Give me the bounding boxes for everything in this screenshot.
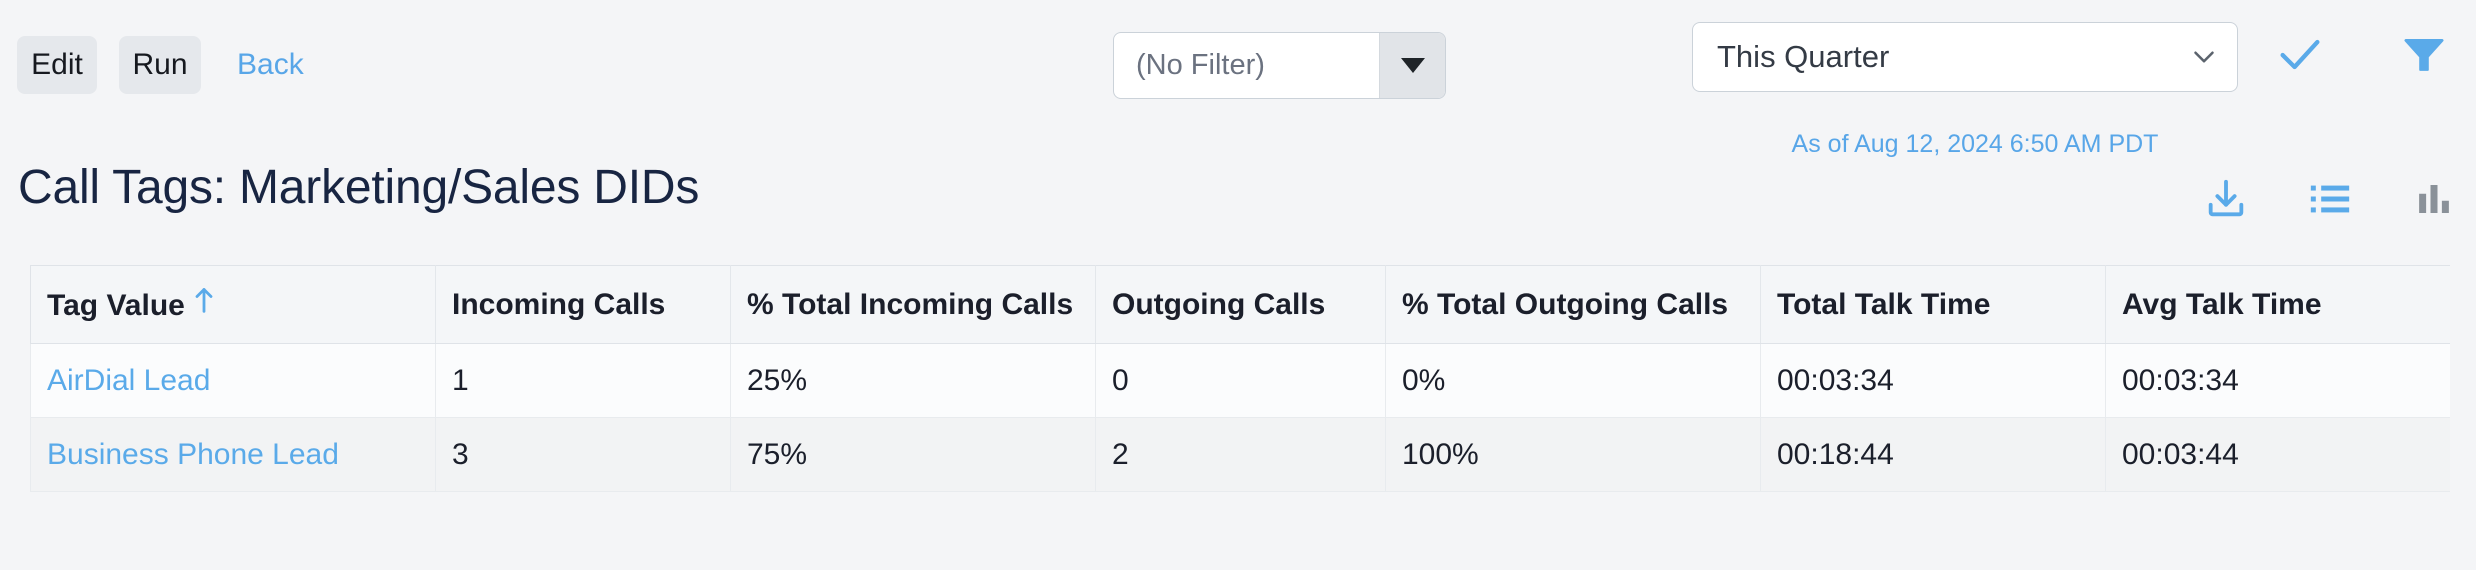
period-dropdown-value: This Quarter: [1717, 39, 1890, 74]
column-header-label: Tag Value: [47, 289, 185, 322]
filter-toggle-button[interactable]: [2396, 24, 2452, 86]
list-view-button[interactable]: [2306, 176, 2354, 224]
report-table: Tag Value Incoming Calls % Total Incomin…: [30, 265, 2450, 492]
cell-outgoing-calls: 0: [1095, 343, 1386, 418]
column-header-label: Avg Talk Time: [2122, 287, 2322, 321]
column-header-incoming-calls[interactable]: Incoming Calls: [435, 265, 731, 344]
cell-avg-talk-time: 00:03:44: [2105, 417, 2450, 492]
table-row: Business Phone Lead 3 75% 2 100% 00:18:4…: [30, 417, 2450, 492]
column-header-outgoing-calls[interactable]: Outgoing Calls: [1095, 265, 1386, 344]
filter-dropdown-value: (No Filter): [1136, 49, 1265, 81]
column-header-avg-talk-time[interactable]: Avg Talk Time: [2105, 265, 2450, 344]
table-header-row: Tag Value Incoming Calls % Total Incomin…: [30, 265, 2450, 344]
cell-pct-total-outgoing: 100%: [1385, 417, 1761, 492]
tag-value-link[interactable]: AirDial Lead: [47, 364, 210, 397]
tag-value-link[interactable]: Business Phone Lead: [47, 438, 339, 471]
column-header-label: Outgoing Calls: [1112, 287, 1326, 321]
column-header-tag-value[interactable]: Tag Value: [30, 265, 436, 344]
column-header-label: % Total Outgoing Calls: [1402, 287, 1729, 321]
column-header-label: Incoming Calls: [452, 287, 666, 321]
filter-dropdown[interactable]: (No Filter): [1113, 32, 1446, 99]
column-header-pct-total-outgoing-calls[interactable]: % Total Outgoing Calls: [1385, 265, 1761, 344]
cell-pct-total-outgoing: 0%: [1385, 343, 1761, 418]
cell-incoming-calls: 1: [435, 343, 731, 418]
column-header-label: Total Talk Time: [1777, 287, 1991, 321]
cell-total-talk-time: 00:03:34: [1760, 343, 2106, 418]
column-header-pct-total-incoming-calls[interactable]: % Total Incoming Calls: [730, 265, 1096, 344]
column-header-label: % Total Incoming Calls: [747, 287, 1074, 321]
cell-tag-value: Business Phone Lead: [30, 417, 436, 492]
cell-pct-total-incoming: 75%: [730, 417, 1096, 492]
toolbar: Edit Run Back (No Filter) This Quarter A…: [0, 0, 2476, 158]
download-button[interactable]: [2202, 176, 2250, 224]
cell-tag-value: AirDial Lead: [30, 343, 436, 418]
download-icon: [2203, 176, 2249, 225]
period-dropdown[interactable]: This Quarter: [1692, 22, 2238, 92]
funnel-icon: [2401, 31, 2447, 80]
cell-total-talk-time: 00:18:44: [1760, 417, 2106, 492]
column-header-total-talk-time[interactable]: Total Talk Time: [1760, 265, 2106, 344]
caret-down-icon: [1400, 58, 1425, 73]
check-icon: [2274, 28, 2326, 83]
as-of-timestamp: As of Aug 12, 2024 6:50 AM PDT: [1791, 130, 2159, 158]
back-link[interactable]: Back: [237, 36, 304, 94]
chart-view-button[interactable]: [2410, 176, 2458, 224]
page-title: Call Tags: Marketing/Sales DIDs: [18, 161, 700, 214]
chevron-down-icon: [2171, 40, 2237, 74]
apply-filter-button[interactable]: [2272, 24, 2328, 86]
bar-chart-icon: [2413, 178, 2455, 223]
cell-pct-total-incoming: 25%: [730, 343, 1096, 418]
cell-avg-talk-time: 00:03:34: [2105, 343, 2450, 418]
table-row: AirDial Lead 1 25% 0 0% 00:03:34 00:03:3…: [30, 343, 2450, 418]
filter-dropdown-arrow-button[interactable]: [1379, 33, 1445, 98]
cell-outgoing-calls: 2: [1095, 417, 1386, 492]
cell-incoming-calls: 3: [435, 417, 731, 492]
list-view-icon: [2307, 176, 2353, 225]
report-table-container: Tag Value Incoming Calls % Total Incomin…: [30, 265, 2450, 570]
title-row: Call Tags: Marketing/Sales DIDs: [0, 160, 2476, 240]
sort-ascending-icon: [193, 286, 215, 322]
edit-button[interactable]: Edit: [17, 36, 97, 94]
view-actions: [2202, 176, 2458, 224]
run-button[interactable]: Run: [119, 36, 201, 94]
